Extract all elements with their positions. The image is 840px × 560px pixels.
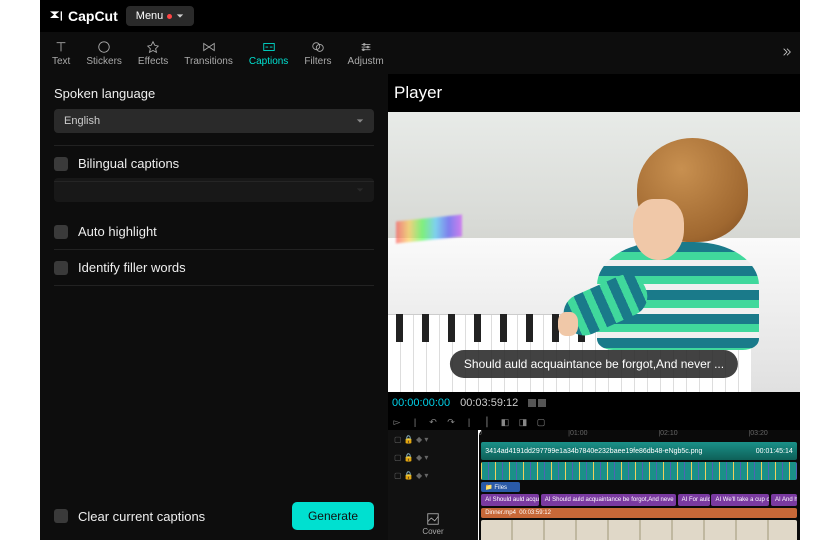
chevron-down-icon [356,117,364,125]
preview-child [578,129,776,364]
bilingual-checkbox[interactable] [54,157,68,171]
chevron-down-icon [356,186,364,194]
track-clip-files[interactable]: 📁 Files [481,482,520,492]
player-title: Player [388,74,800,112]
app-logo: CapCut [48,8,118,24]
clear-captions-checkbox[interactable] [54,509,68,523]
timeline-ruler[interactable]: 0 |01:00 |02:10 |03:20 [478,430,800,442]
topbar: CapCut Menu [40,0,800,32]
timeline-toolbar: ▻ | ↶ ↷ | ⎮ ◧ ◨ ▢ [388,414,800,430]
track-clip-caption[interactable]: AI And he [771,494,797,506]
adjustment-icon [358,40,374,54]
tool-divider: | [410,417,420,427]
trim-left-icon[interactable]: ◧ [500,417,510,428]
redo-icon[interactable]: ↷ [446,417,456,428]
preview-caption: Should auld acquaintance be forgot,And n… [450,350,738,378]
timecode-total: 00:03:59:12 [460,397,518,409]
grid-view-icon[interactable] [538,399,546,407]
track-controls[interactable]: ▢ 🔒 ◆ ▾ [388,448,478,466]
track-clip-caption[interactable]: AI We'll take a cup o [711,494,769,506]
video-preview[interactable]: Should auld acquaintance be forgot,And n… [388,112,800,392]
track-clip-beats[interactable] [481,462,797,480]
captions-icon [261,40,277,54]
trim-right-icon[interactable]: ◨ [518,417,528,428]
track-clip-image[interactable]: 3414ad4191dd297799e1a34b7840e232baee19fe… [481,442,797,460]
menu-button[interactable]: Menu [126,6,195,26]
tool-divider: | [464,417,474,427]
effects-icon [145,40,161,54]
delete-icon[interactable]: ▢ [536,417,546,428]
track-clip-caption[interactable]: AI Should auld acquaintance be forgot,An… [541,494,676,506]
pointer-tool-icon[interactable]: ▻ [392,417,402,428]
timeline-tracks[interactable]: 0 |01:00 |02:10 |03:20 3414ad4191dd29779… [478,430,800,540]
tab-effects[interactable]: Effects [130,40,176,67]
timeline: ▢ 🔒 ◆ ▾ ▢ 🔒 ◆ ▾ ▢ 🔒 ◆ ▾ Cover 0 |01:00 [388,430,800,540]
capcut-logo-icon [48,8,64,24]
split-icon[interactable]: ⎮ [482,417,492,428]
tab-adjustment[interactable]: Adjustm [340,40,392,67]
spoken-language-label: Spoken language [54,86,374,101]
tab-stickers[interactable]: Stickers [78,40,130,67]
double-chevron-right-icon [782,47,792,57]
cover-icon [426,512,440,526]
tool-tabs: Text Stickers Effects Transitions Captio… [40,32,800,74]
cover-button[interactable]: Cover [422,512,443,536]
timecode-current: 00:00:00:00 [392,397,450,409]
grid-view-icon[interactable] [528,399,536,407]
auto-highlight-label: Auto highlight [78,224,157,239]
transitions-icon [201,40,217,54]
tab-text[interactable]: Text [44,40,78,67]
filler-words-checkbox[interactable] [54,261,68,275]
track-clip-caption[interactable]: AI For auld [678,494,710,506]
stickers-icon [96,40,112,54]
chevron-down-icon [176,12,184,20]
tab-filters[interactable]: Filters [296,40,339,67]
menu-notification-dot [167,14,172,19]
track-clip-caption[interactable]: AI Should auld acquai [481,494,539,506]
track-controls[interactable]: ▢ 🔒 ◆ ▾ [388,466,478,484]
timeline-gutter: ▢ 🔒 ◆ ▾ ▢ 🔒 ◆ ▾ ▢ 🔒 ◆ ▾ Cover [388,430,478,540]
text-icon [53,40,69,54]
filters-icon [310,40,326,54]
tab-captions[interactable]: Captions [241,40,296,67]
generate-button[interactable]: Generate [292,502,374,530]
timeline-playhead[interactable] [478,430,479,540]
tabs-more-button[interactable] [778,46,796,60]
captions-panel: Spoken language English Bilingual captio… [40,74,388,540]
spoken-language-select[interactable]: English [54,109,374,133]
clear-captions-label: Clear current captions [78,509,205,524]
app-name: CapCut [68,8,118,24]
track-controls[interactable]: ▢ 🔒 ◆ ▾ [388,430,478,448]
bilingual-label: Bilingual captions [78,156,179,171]
track-clip-video-label[interactable]: Dinner.mp4 00:03:59:12 [481,508,797,518]
track-clip-video-thumbs[interactable] [481,520,797,540]
undo-icon[interactable]: ↶ [428,417,438,428]
bilingual-language-select[interactable] [54,178,374,202]
timecode-bar: 00:00:00:00 00:03:59:12 [388,392,800,414]
auto-highlight-checkbox[interactable] [54,225,68,239]
tab-transitions[interactable]: Transitions [176,40,241,67]
filler-words-label: Identify filler words [78,260,186,275]
